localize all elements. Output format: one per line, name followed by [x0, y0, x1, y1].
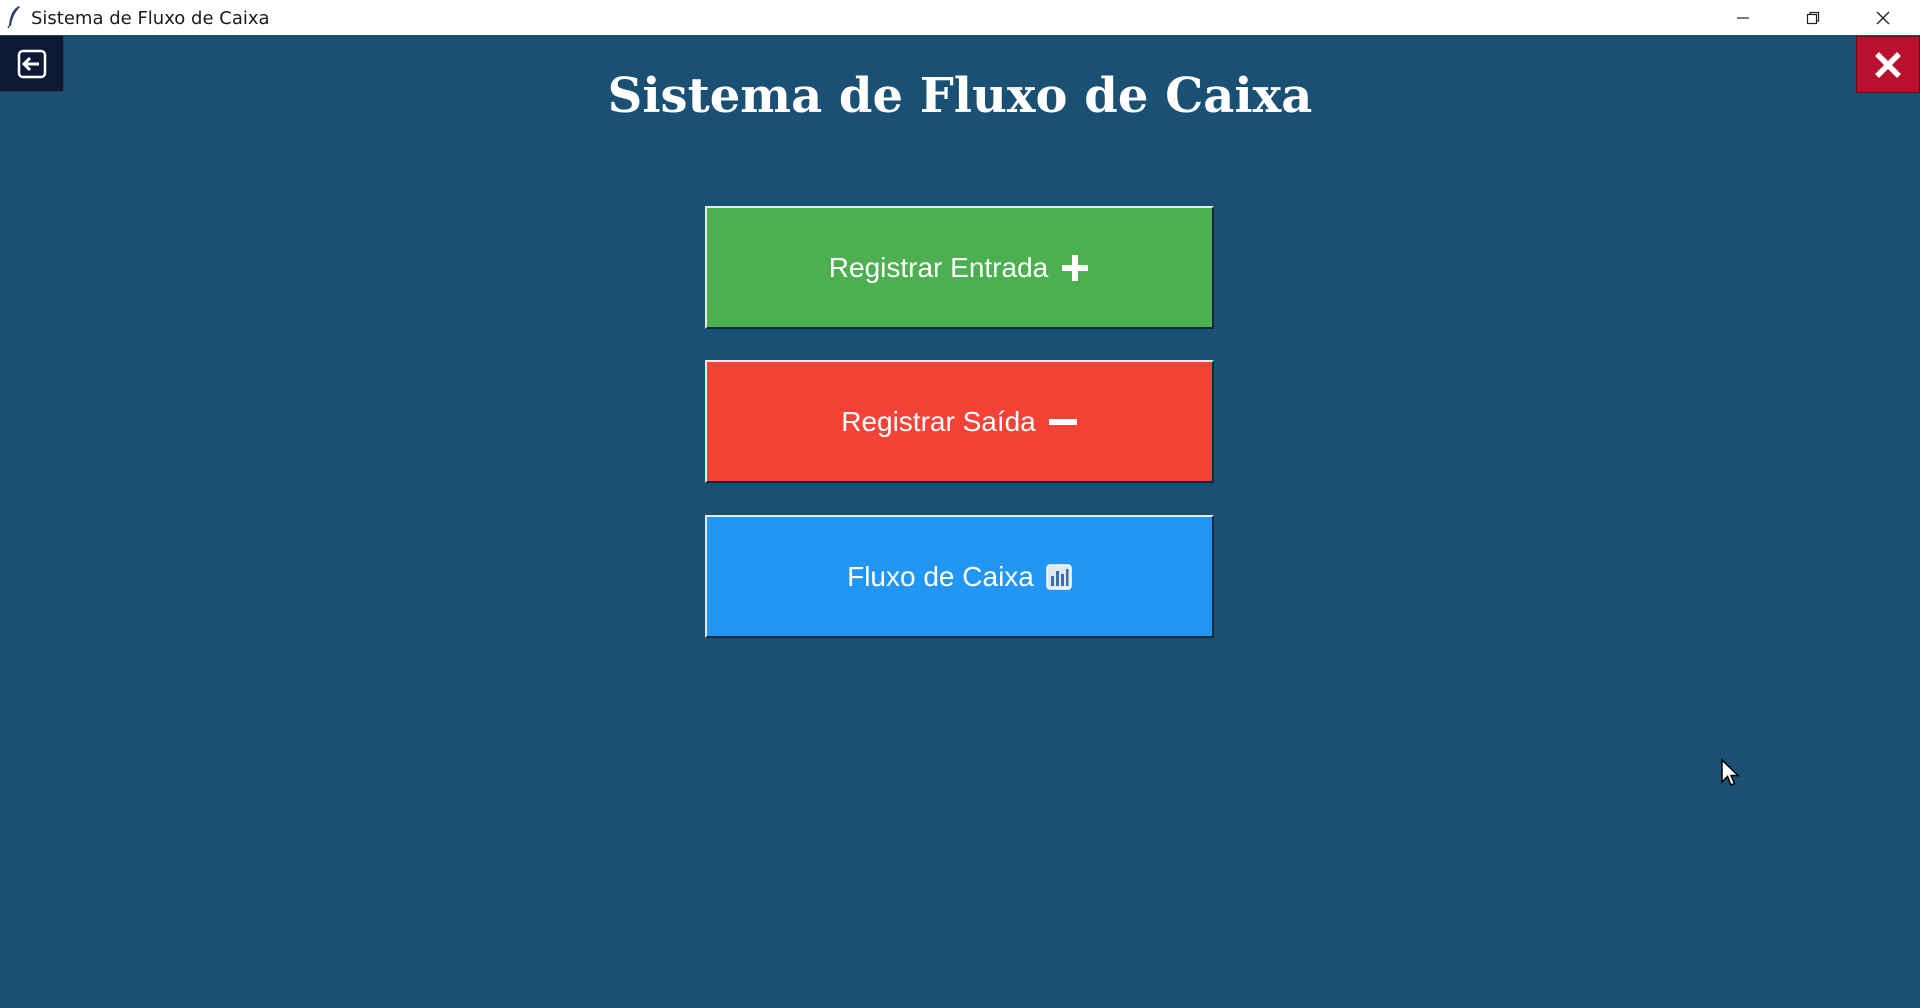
- minimize-button[interactable]: [1708, 0, 1778, 35]
- minimize-icon: [1737, 16, 1749, 19]
- mouse-cursor-icon: [1721, 758, 1740, 786]
- restore-button[interactable]: [1778, 0, 1848, 35]
- page-title: Sistema de Fluxo de Caixa: [607, 68, 1313, 124]
- register-income-label: Registrar Entrada: [828, 251, 1049, 283]
- cash-flow-button[interactable]: Fluxo de Caixa: [705, 515, 1214, 638]
- close-icon: [1876, 11, 1890, 24]
- window-close-button[interactable]: [1848, 0, 1918, 35]
- minus-icon: [1048, 418, 1077, 425]
- title-bar: Sistema de Fluxo de Caixa: [0, 0, 1920, 35]
- register-income-button[interactable]: Registrar Entrada: [705, 206, 1214, 329]
- bar-chart-icon: [1046, 563, 1072, 590]
- restore-icon: [1806, 11, 1820, 24]
- feather-icon: [7, 6, 20, 29]
- register-expense-label: Registrar Saída: [841, 405, 1036, 437]
- plus-icon: [1062, 254, 1089, 281]
- app-window: Sistema de Fluxo de Caixa Sistema de Flu…: [0, 0, 1920, 1008]
- window-title: Sistema de Fluxo de Caixa: [31, 8, 270, 29]
- cash-flow-label: Fluxo de Caixa: [847, 560, 1034, 592]
- register-expense-button[interactable]: Registrar Saída: [705, 360, 1214, 483]
